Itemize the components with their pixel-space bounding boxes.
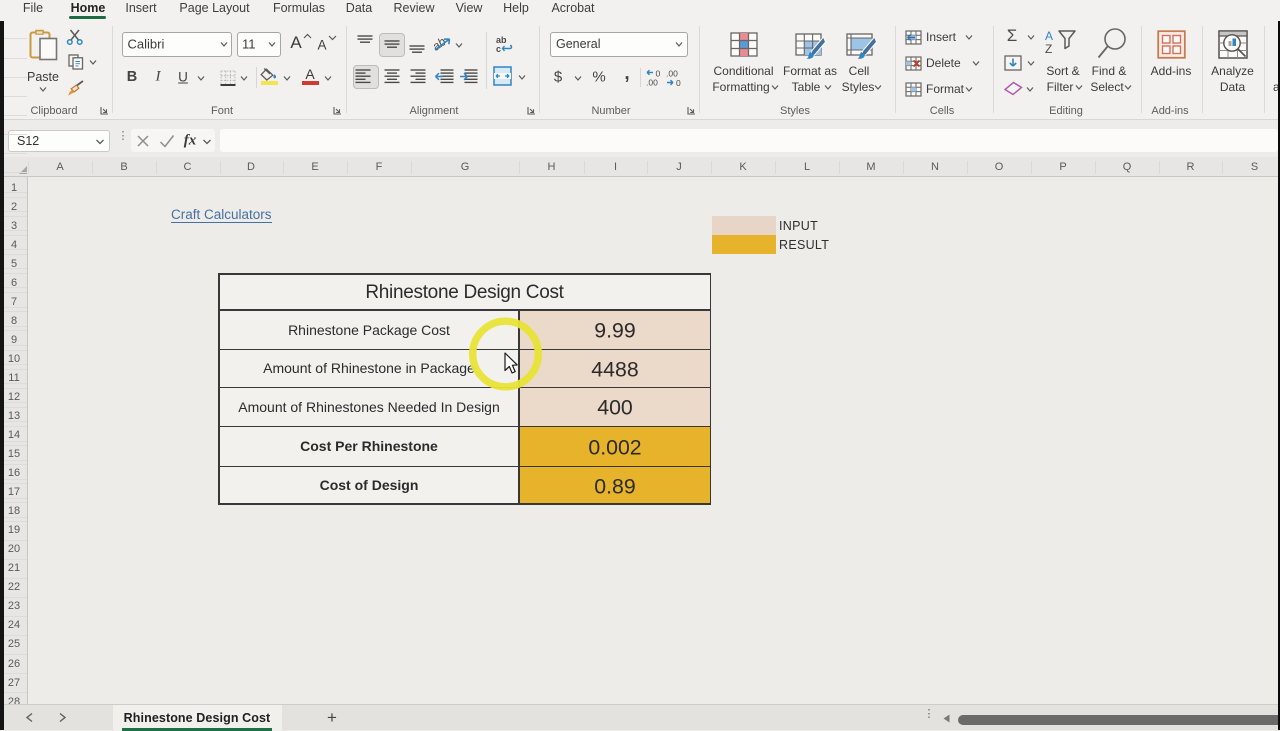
- svg-text:c: c: [496, 44, 501, 53]
- svg-text:0: 0: [676, 78, 681, 87]
- svg-text:.00: .00: [646, 77, 658, 87]
- svg-text:Z: Z: [1045, 42, 1052, 56]
- svg-text:A: A: [1045, 29, 1053, 43]
